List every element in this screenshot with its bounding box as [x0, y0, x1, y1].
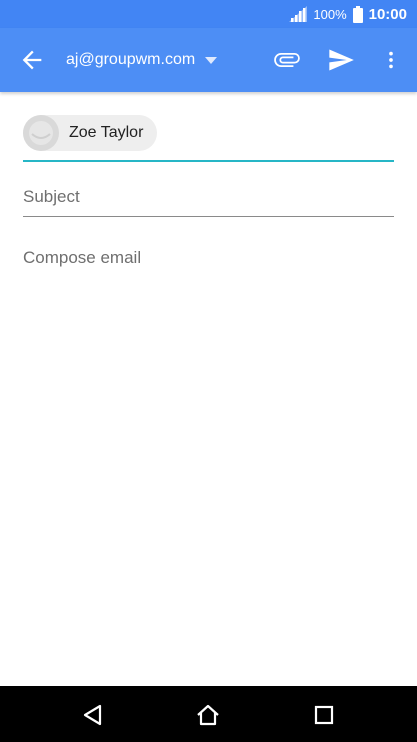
subject-row	[23, 178, 394, 217]
compose-body-input[interactable]	[23, 246, 394, 666]
account-email: aj@groupwm.com	[66, 51, 196, 68]
app-bar: aj@groupwm.com	[0, 28, 417, 92]
nav-home-icon[interactable]	[195, 702, 221, 728]
contact-placeholder-icon	[29, 121, 53, 145]
battery-percent: 100%	[313, 6, 347, 22]
nav-recents-icon[interactable]	[311, 702, 337, 728]
status-indicators: 100% 10:00	[289, 0, 407, 28]
nav-back-icon[interactable]	[80, 702, 106, 728]
attach-icon[interactable]	[272, 46, 302, 74]
account-selector[interactable]: aj@groupwm.com	[66, 28, 218, 92]
system-nav-bar	[0, 686, 417, 742]
recipient-name: Zoe Taylor	[69, 124, 144, 141]
signal-icon	[289, 6, 308, 22]
battery-icon	[352, 5, 363, 23]
send-icon[interactable]	[326, 46, 356, 74]
back-arrow-icon[interactable]	[18, 46, 46, 74]
to-field[interactable]: Zoe Taylor	[23, 112, 394, 162]
subject-input[interactable]	[23, 186, 394, 208]
recipient-chip[interactable]: Zoe Taylor	[23, 115, 158, 151]
avatar	[23, 115, 59, 151]
status-bar: 100% 10:00	[0, 0, 417, 28]
more-vert-icon[interactable]	[380, 46, 402, 74]
dropdown-caret-icon	[205, 56, 218, 64]
status-time: 10:00	[368, 5, 407, 23]
